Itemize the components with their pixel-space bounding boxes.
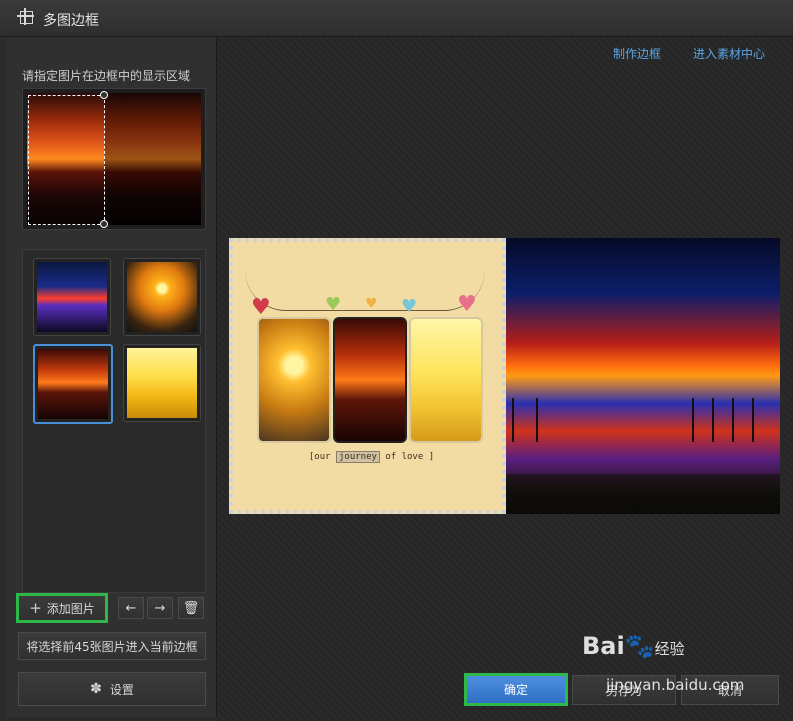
watermark-url: jingyan.baidu.com	[606, 676, 745, 694]
scrapbook-frame: ♥ ♥ ♥ ♥ ♥ [our journey of love ]	[229, 238, 506, 514]
thumbnail-image	[38, 349, 108, 419]
left-panel: 请指定图片在边框中的显示区域 + 添加图片 ← → 🗑 将选择前45张图片进入当…	[6, 37, 217, 717]
crop-handle-top-right[interactable]	[100, 91, 108, 99]
caption-highlight: journey	[335, 451, 380, 463]
photo-slot-2[interactable]	[333, 317, 407, 443]
move-right-button[interactable]: →	[147, 597, 173, 619]
display-area-editor[interactable]	[22, 88, 206, 230]
make-frame-link[interactable]: 制作边框	[613, 45, 661, 62]
preview-panel: 制作边框 进入素材中心 ♥ ♥ ♥ ♥ ♥ [our journey of lo…	[217, 37, 793, 721]
plus-icon: +	[29, 599, 42, 617]
asset-center-link[interactable]: 进入素材中心	[693, 45, 765, 62]
window-title: 多图边框	[43, 13, 99, 29]
delete-button[interactable]: 🗑	[178, 597, 204, 619]
pier-post	[712, 398, 714, 442]
heart-icon: ♥	[251, 295, 271, 320]
crop-selection[interactable]	[28, 95, 105, 225]
heart-icon: ♥	[401, 296, 418, 317]
settings-label: 设置	[109, 682, 134, 697]
sunset-photo	[506, 238, 780, 514]
frame-icon	[17, 8, 34, 25]
thumbnail-image	[127, 348, 197, 418]
thumb-yellow-couple[interactable]	[123, 344, 201, 422]
pier-post	[692, 398, 694, 442]
watermark-brand: Bai	[582, 632, 625, 660]
watermark-logo: Bai🐾经验	[582, 632, 685, 660]
photo-slot-3[interactable]	[409, 317, 483, 443]
add-image-label: 添加图片	[46, 601, 95, 616]
arrow-right-icon: →	[154, 600, 166, 616]
pier-post	[536, 398, 538, 442]
photo-slot-1[interactable]	[257, 317, 331, 443]
thumbnail-list	[22, 249, 206, 593]
frame-caption: [our journey of love ]	[233, 451, 510, 463]
display-area-hint: 请指定图片在边框中的显示区域	[22, 69, 191, 83]
ok-button[interactable]: 确定	[464, 673, 568, 706]
frame-preview: ♥ ♥ ♥ ♥ ♥ [our journey of love ]	[229, 238, 780, 514]
trash-icon: 🗑	[182, 600, 200, 616]
caption-left: [our	[308, 452, 331, 462]
gear-icon: ✽	[90, 681, 102, 697]
focus-dim-overlay	[104, 93, 201, 225]
thumb-blue-sunset[interactable]	[33, 258, 111, 336]
heart-icon: ♥	[365, 296, 378, 312]
thumbnail-image	[37, 262, 107, 332]
add-image-button[interactable]: + 添加图片	[16, 593, 108, 623]
pier-post	[752, 398, 754, 442]
settings-button[interactable]: ✽ 设置	[18, 672, 206, 706]
thumb-red-sunset[interactable]	[33, 344, 113, 424]
title-bar: 多图边框	[0, 0, 793, 37]
thumb-sun-pier[interactable]	[123, 258, 201, 336]
arrow-left-icon: ←	[125, 600, 137, 616]
pier-post	[512, 398, 514, 442]
heart-icon: ♥	[325, 294, 342, 315]
heart-icon: ♥	[457, 292, 477, 317]
thumbnail-image	[127, 262, 197, 332]
paw-icon: 🐾	[624, 632, 655, 660]
caption-right: of love ]	[385, 452, 435, 462]
load-to-frame-button[interactable]: 将选择前45张图片进入当前边框	[18, 632, 206, 660]
grass-foreground	[506, 474, 780, 514]
crop-handle-bottom-right[interactable]	[100, 220, 108, 228]
move-left-button[interactable]: ←	[118, 597, 144, 619]
pier-post	[732, 398, 734, 442]
watermark-suffix: 经验	[654, 640, 685, 658]
